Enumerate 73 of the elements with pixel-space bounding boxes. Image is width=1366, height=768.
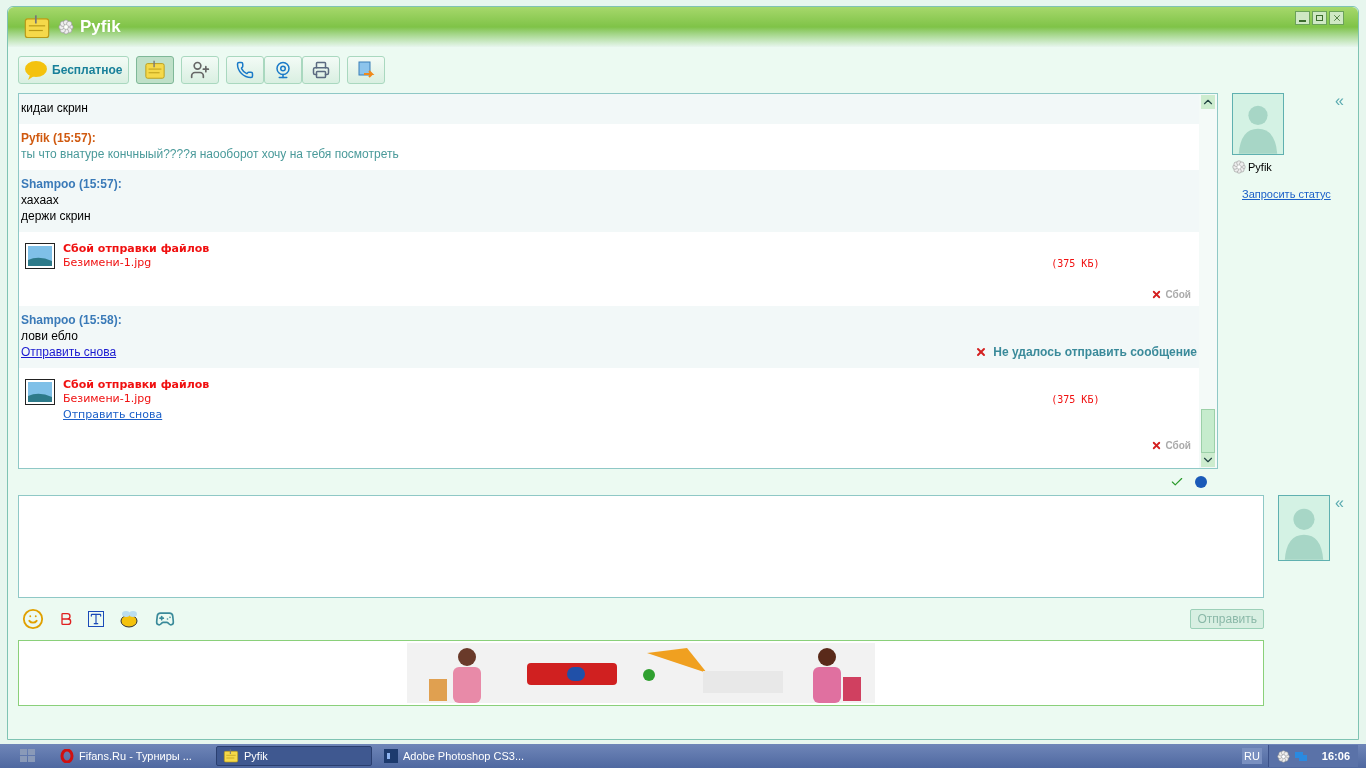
note-icon [223, 748, 239, 764]
gamepad-icon[interactable] [154, 609, 176, 629]
message-input[interactable] [18, 495, 1264, 598]
video-button[interactable] [263, 56, 302, 84]
minimize-button[interactable] [1295, 11, 1310, 25]
flower-icon [58, 19, 74, 35]
message-author: Pyfik (15:57): [21, 130, 97, 146]
message-text: лови ебло [21, 328, 79, 344]
scroll-down-icon[interactable] [1201, 453, 1215, 467]
avatar-placeholder [1278, 495, 1330, 561]
file-name: Безимени-1.jpg [63, 256, 153, 270]
contact-name: Pyfik [1248, 160, 1272, 175]
scrollbar[interactable] [1199, 94, 1217, 468]
collapse-button[interactable]: « [1335, 93, 1348, 109]
taskbar-button[interactable]: Fifans.Ru - Турниры ... [54, 746, 210, 766]
message-text: ты что внатуре кончныый????я наооборот хочу на тебя посмотреть [21, 146, 400, 162]
file-size: (375 КБ) [1051, 393, 1100, 407]
file-error-title: Сбой отправки файлов [63, 378, 210, 392]
notes-button[interactable] [135, 56, 174, 84]
message-text: держи скрин [21, 208, 92, 224]
bold-icon[interactable] [58, 611, 74, 627]
call-button[interactable] [225, 56, 264, 84]
request-status-link[interactable]: Запросить статус [1242, 185, 1348, 202]
fax-button[interactable] [301, 56, 340, 84]
message-text: хахаах [21, 192, 60, 208]
flower-icon [1232, 160, 1246, 175]
app-icon [22, 13, 52, 41]
image-file-icon [25, 243, 55, 269]
file-transfer-button[interactable] [346, 56, 385, 84]
close-icon [1331, 13, 1342, 23]
window-title: Pyfik [80, 16, 121, 39]
scroll-up-icon[interactable] [1201, 95, 1215, 109]
speech-bubble-icon [24, 60, 48, 80]
user-plus-icon [189, 60, 210, 80]
file-transfer-icon [355, 60, 376, 80]
clock: 16:06 [1321, 748, 1350, 764]
flower-icon [1276, 749, 1290, 763]
message-author: Shampoo (15:57): [21, 176, 123, 192]
photoshop-icon [384, 749, 398, 763]
file-error-title: Сбой отправки файлов [63, 242, 210, 256]
note-icon [143, 59, 166, 81]
spellcheck-icon[interactable] [1170, 475, 1184, 489]
resend-link[interactable]: Отправить снова [63, 408, 210, 422]
network-icon [1293, 750, 1308, 762]
fax-icon [311, 61, 330, 79]
file-name: Безимени-1.jpg [63, 392, 153, 406]
image-file-icon [25, 379, 55, 405]
error-icon [1151, 289, 1163, 300]
close-button[interactable] [1329, 11, 1344, 25]
text-format-icon[interactable] [88, 611, 104, 627]
send-error-text: Не удалось отправить сообщение [993, 344, 1197, 360]
file-status: Сбой [1165, 288, 1191, 302]
browser-icon [60, 749, 74, 763]
resend-link[interactable]: Отправить снова [21, 344, 117, 360]
taskbar-button[interactable]: Pyfik [216, 746, 372, 766]
sms-button[interactable]: Бесплатное [18, 56, 129, 84]
add-contact-button[interactable] [180, 56, 219, 84]
scroll-thumb[interactable] [1201, 409, 1215, 453]
error-icon [1151, 440, 1163, 451]
phone-icon [235, 61, 254, 79]
file-size: (375 КБ) [1051, 257, 1100, 271]
message-author: Shampoo (15:58): [21, 312, 123, 328]
webcam-icon [273, 61, 292, 79]
message-text: кидаи скрин [21, 100, 89, 116]
circle-icon[interactable] [1194, 475, 1208, 489]
error-icon [975, 346, 988, 358]
restore-button[interactable] [1312, 11, 1327, 25]
collapse-button[interactable]: « [1335, 495, 1348, 511]
file-status: Сбой [1165, 439, 1191, 453]
avatar-placeholder [1232, 93, 1284, 155]
bee-icon[interactable] [118, 609, 140, 629]
taskbar-button[interactable]: Adobe Photoshop CS3... [378, 746, 534, 766]
language-indicator[interactable]: RU [1241, 747, 1262, 765]
